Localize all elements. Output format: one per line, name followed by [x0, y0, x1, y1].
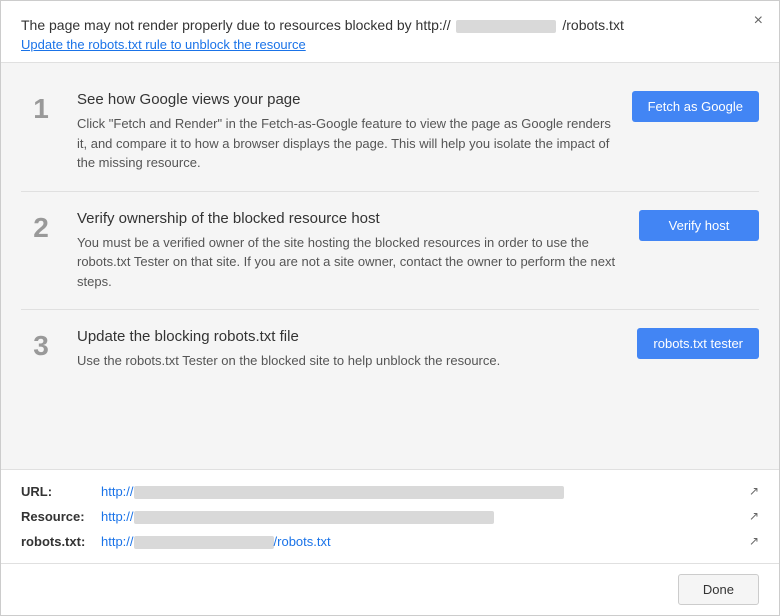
- verify-host-button[interactable]: Verify host: [639, 210, 759, 241]
- step-1: 1 See how Google views your page Click "…: [21, 73, 759, 192]
- step-2-action: Verify host: [639, 210, 759, 241]
- step-2-content: Verify ownership of the blocked resource…: [77, 210, 619, 292]
- fetch-as-google-button[interactable]: Fetch as Google: [632, 91, 759, 122]
- dialog: The page may not render properly due to …: [0, 0, 780, 616]
- step-2: 2 Verify ownership of the blocked resour…: [21, 192, 759, 311]
- step-3-number: 3: [21, 328, 61, 360]
- step-3: 3 Update the blocking robots.txt file Us…: [21, 310, 759, 389]
- step-2-description: You must be a verified owner of the site…: [77, 233, 619, 292]
- resource-masked: [134, 511, 494, 524]
- url-masked: [134, 486, 564, 499]
- step-1-content: See how Google views your page Click "Fe…: [77, 91, 612, 173]
- header-title: The page may not render properly due to …: [21, 17, 759, 33]
- robots-row: robots.txt: http:///robots.txt ↗︎: [21, 534, 759, 549]
- url-external-link-icon[interactable]: ↗︎: [749, 484, 759, 498]
- step-3-content: Update the blocking robots.txt file Use …: [77, 328, 617, 371]
- step-1-number: 1: [21, 91, 61, 123]
- resource-label: Resource:: [21, 509, 101, 524]
- step-3-description: Use the robots.txt Tester on the blocked…: [77, 351, 617, 371]
- url-label: URL:: [21, 484, 101, 499]
- robots-masked: [134, 536, 274, 549]
- url-row: URL: http:// ↗︎: [21, 484, 759, 499]
- robots-external-link-icon[interactable]: ↗︎: [749, 534, 759, 548]
- header-title-suffix: /robots.txt: [562, 17, 623, 33]
- step-1-description: Click "Fetch and Render" in the Fetch-as…: [77, 114, 612, 173]
- info-section: URL: http:// ↗︎ Resource: http:// ↗︎ rob…: [1, 469, 779, 563]
- header-url-masked: [456, 20, 556, 33]
- step-2-number: 2: [21, 210, 61, 242]
- header-subtitle[interactable]: Update the robots.txt rule to unblock th…: [21, 37, 759, 52]
- step-3-title: Update the blocking robots.txt file: [77, 328, 617, 345]
- done-button[interactable]: Done: [678, 574, 759, 605]
- resource-external-link-icon[interactable]: ↗︎: [749, 509, 759, 523]
- robots-txt-tester-button[interactable]: robots.txt tester: [637, 328, 759, 359]
- resource-value: http://: [101, 509, 743, 524]
- url-value: http://: [101, 484, 743, 499]
- header: The page may not render properly due to …: [1, 1, 779, 63]
- step-1-action: Fetch as Google: [632, 91, 759, 122]
- robots-label: robots.txt:: [21, 534, 101, 549]
- footer: Done: [1, 563, 779, 615]
- resource-row: Resource: http:// ↗︎: [21, 509, 759, 524]
- header-title-text: The page may not render properly due to …: [21, 17, 451, 33]
- step-2-title: Verify ownership of the blocked resource…: [77, 210, 619, 227]
- step-1-title: See how Google views your page: [77, 91, 612, 108]
- close-button[interactable]: ×: [754, 13, 763, 29]
- step-3-action: robots.txt tester: [637, 328, 759, 359]
- steps-section: 1 See how Google views your page Click "…: [1, 63, 779, 469]
- robots-value: http:///robots.txt: [101, 534, 743, 549]
